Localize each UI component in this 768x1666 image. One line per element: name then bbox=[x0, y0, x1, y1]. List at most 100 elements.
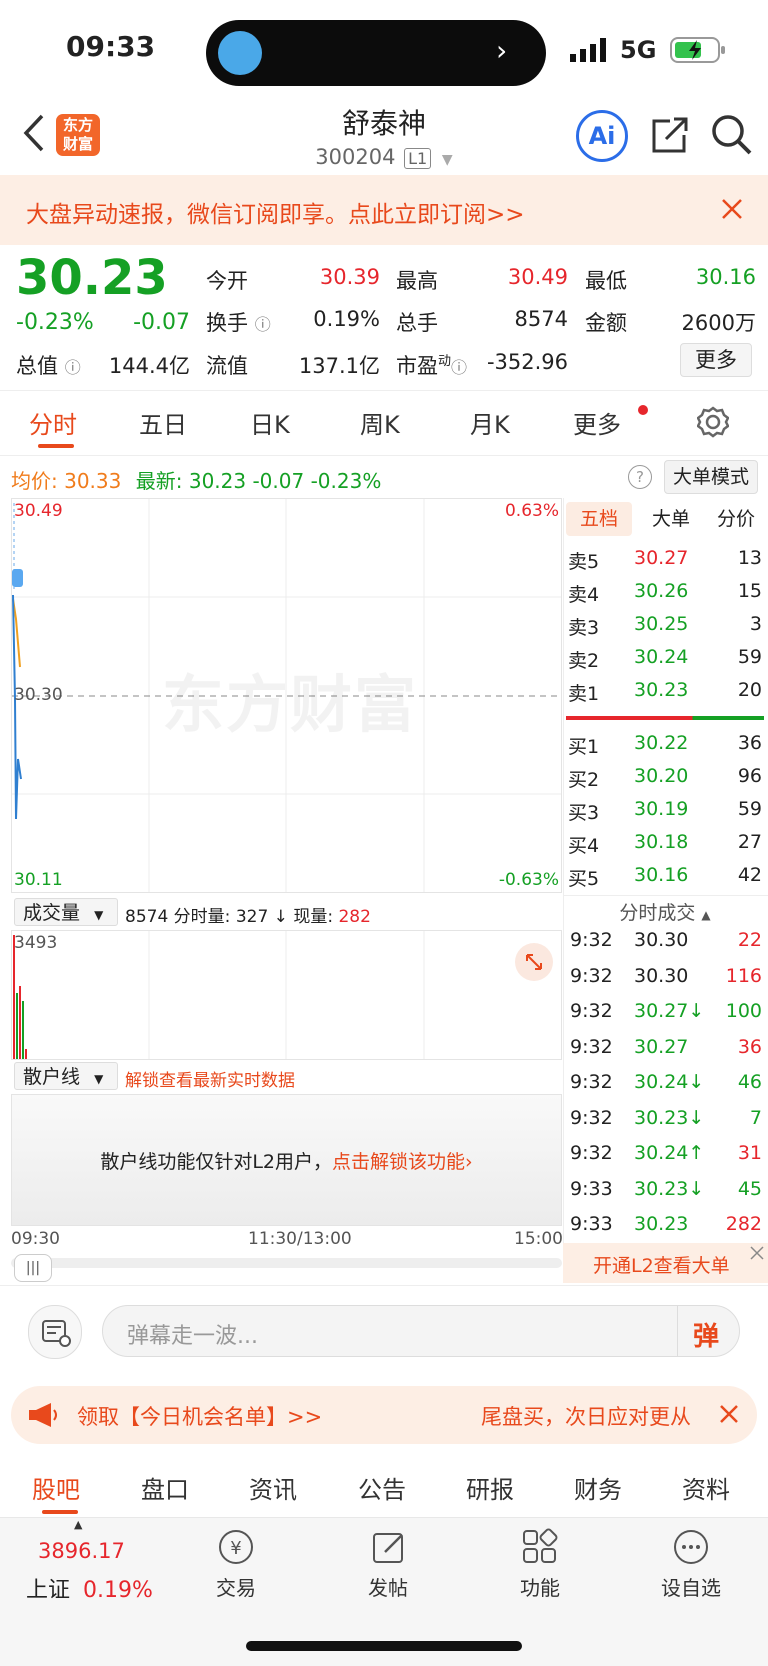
l2-upgrade-label: 开通L2查看大单 bbox=[593, 1255, 730, 1277]
tab-pankou[interactable]: 盘口 bbox=[141, 1470, 189, 1505]
pe-label: 市盈动ⓘ bbox=[396, 354, 468, 378]
change-pct: -0.23% bbox=[16, 310, 94, 335]
ob-tab-five[interactable]: 五档 bbox=[566, 502, 632, 536]
volume-seg-label: 分时量: bbox=[173, 907, 231, 927]
trade-volume: 45 bbox=[737, 1177, 762, 1200]
turnover-label: 换手 ⓘ bbox=[206, 311, 271, 335]
help-icon[interactable]: ? bbox=[628, 465, 652, 489]
tab-five-day[interactable]: 五日 bbox=[139, 405, 187, 440]
retail-selector[interactable]: 散户线 ▼ bbox=[14, 1062, 118, 1090]
expand-icon[interactable] bbox=[515, 943, 553, 981]
trade-volume: 46 bbox=[737, 1071, 762, 1093]
function-icon[interactable] bbox=[520, 1527, 560, 1567]
more-button[interactable]: 更多 bbox=[680, 343, 752, 377]
search-icon[interactable] bbox=[710, 113, 754, 157]
caret-up-icon: ▲ bbox=[74, 1518, 83, 1531]
promo-bar[interactable]: 领取【今日机会名单】>> 尾盘买，次日应对更从 bbox=[11, 1386, 757, 1444]
trade-price: 30.27↓ bbox=[634, 1000, 705, 1022]
retail-unlock-hint[interactable]: 解锁查看最新实时数据 bbox=[125, 1066, 295, 1091]
ai-button[interactable]: Ai bbox=[576, 110, 628, 162]
big-order-mode-button[interactable]: 大单模式 bbox=[664, 460, 758, 494]
turnover-value: 0.19% bbox=[313, 307, 380, 331]
danmu-send-button[interactable]: 弹 bbox=[693, 1316, 719, 1353]
retail-unlock-link[interactable]: 点击解锁该功能 bbox=[332, 1151, 465, 1173]
price-chart[interactable]: 东方财富 30.49 30.30 30.11 0.63% -0.63% bbox=[11, 498, 562, 893]
nav-trade[interactable]: 交易 bbox=[176, 1572, 296, 1601]
tab-daily-k[interactable]: 日K bbox=[250, 405, 290, 440]
trade-row: 9:32 30.27↓ 100 bbox=[566, 1000, 764, 1035]
trades-header[interactable]: 分时成交 ▲ bbox=[566, 898, 764, 925]
timeline-scrollbar[interactable] bbox=[11, 1258, 562, 1268]
danmu-settings-icon[interactable] bbox=[28, 1305, 82, 1359]
trade-time: 9:32 bbox=[570, 929, 613, 951]
chart-watermark: 东方财富 bbox=[162, 668, 419, 741]
trade-volume: 282 bbox=[725, 1213, 762, 1235]
order-row: 买2 30.20 96 bbox=[568, 765, 762, 791]
volume-chart[interactable]: 3493 bbox=[11, 930, 562, 1060]
settings-icon[interactable] bbox=[697, 406, 729, 438]
retail-note: 散户线功能仅针对L2用户，点击解锁该功能› bbox=[100, 1151, 473, 1173]
trade-volume: 31 bbox=[737, 1142, 762, 1164]
tab-fenshi[interactable]: 分时 bbox=[29, 405, 77, 440]
banner-text: 大盘异动速报，微信订阅即享。点此立即订阅>> bbox=[26, 202, 525, 228]
tab-more[interactable]: 更多 bbox=[573, 405, 621, 440]
float-label: 流值 bbox=[206, 354, 248, 378]
tab-guba[interactable]: 股吧 bbox=[32, 1470, 80, 1505]
scroll-handle[interactable]: ||| bbox=[14, 1254, 52, 1282]
trade-price: 30.24↑ bbox=[634, 1142, 705, 1164]
trade-time: 9:33 bbox=[570, 1213, 613, 1235]
trade-price: 30.27 bbox=[634, 1035, 689, 1058]
change-abs: -0.07 bbox=[133, 310, 190, 335]
promo-left-text[interactable]: 领取【今日机会名单】>> bbox=[77, 1401, 322, 1431]
share-icon[interactable] bbox=[650, 115, 690, 155]
volume-selector[interactable]: 成交量 ▼ bbox=[14, 898, 118, 926]
post-icon[interactable] bbox=[369, 1527, 409, 1567]
tab-research[interactable]: 研报 bbox=[466, 1470, 514, 1505]
l2-upgrade-bar[interactable]: 开通L2查看大单 bbox=[563, 1243, 768, 1283]
trade-icon[interactable]: ¥ bbox=[216, 1527, 256, 1567]
tab-news[interactable]: 资讯 bbox=[249, 1470, 297, 1505]
tab-finance[interactable]: 财务 bbox=[574, 1470, 622, 1505]
dynamic-island[interactable]: › bbox=[206, 20, 546, 86]
ob-tab-price[interactable]: 分价 bbox=[708, 502, 764, 536]
danmu-input[interactable]: 弹幕走一波... 弹 bbox=[102, 1305, 740, 1357]
watchlist-icon[interactable] bbox=[671, 1527, 711, 1567]
trade-volume: 22 bbox=[737, 929, 762, 951]
retail-selector-label: 散户线 bbox=[23, 1066, 81, 1088]
high-value: 30.49 bbox=[507, 265, 568, 289]
index-line[interactable]: 上证 0.19% bbox=[26, 1572, 153, 1604]
trade-time: 9:32 bbox=[570, 1035, 613, 1058]
index-name: 上证 bbox=[26, 1578, 71, 1603]
time-start: 09:30 bbox=[11, 1229, 60, 1249]
close-icon[interactable] bbox=[720, 197, 744, 221]
nav-function[interactable]: 功能 bbox=[480, 1572, 600, 1601]
tab-profile[interactable]: 资料 bbox=[682, 1470, 730, 1505]
bid-ask-ratio-bar bbox=[566, 716, 764, 720]
close-icon[interactable] bbox=[719, 1404, 739, 1424]
trade-volume: 100 bbox=[725, 1000, 762, 1022]
svg-text:¥: ¥ bbox=[230, 1538, 241, 1559]
tab-monthly-k[interactable]: 月K bbox=[470, 405, 510, 440]
nav-watchlist[interactable]: 设自选 bbox=[631, 1572, 751, 1601]
volume-value: 8574 bbox=[514, 307, 568, 331]
latest-label: 最新: bbox=[135, 469, 183, 493]
section-divider bbox=[0, 1285, 768, 1286]
trade-time: 9:32 bbox=[570, 1106, 613, 1129]
tab-weekly-k[interactable]: 周K bbox=[360, 405, 400, 440]
chart-bottom-pct: -0.63% bbox=[498, 870, 559, 890]
nav-post[interactable]: 发帖 bbox=[328, 1572, 448, 1601]
dropdown-icon: ▼ bbox=[94, 1072, 104, 1086]
close-icon[interactable] bbox=[750, 1246, 764, 1260]
index-value[interactable]: 3896.17 bbox=[38, 1539, 125, 1563]
last-price: 30.23 bbox=[16, 250, 168, 306]
ob-tab-big[interactable]: 大单 bbox=[646, 502, 696, 536]
latest-change: -0.07 bbox=[252, 469, 305, 493]
promo-right-text[interactable]: 尾盘买，次日应对更从 bbox=[481, 1401, 721, 1431]
event-marker-icon[interactable] bbox=[12, 569, 23, 587]
trade-price: 30.23↓ bbox=[634, 1106, 705, 1129]
volume-info: 8574 分时量: 327 ↓ 现量: 282 bbox=[125, 902, 371, 927]
tab-announcements[interactable]: 公告 bbox=[358, 1470, 406, 1505]
open-value: 30.39 bbox=[319, 265, 380, 289]
trade-price: 30.30 bbox=[634, 929, 689, 951]
subscribe-banner[interactable]: 大盘异动速报，微信订阅即享。点此立即订阅>> bbox=[0, 175, 768, 245]
